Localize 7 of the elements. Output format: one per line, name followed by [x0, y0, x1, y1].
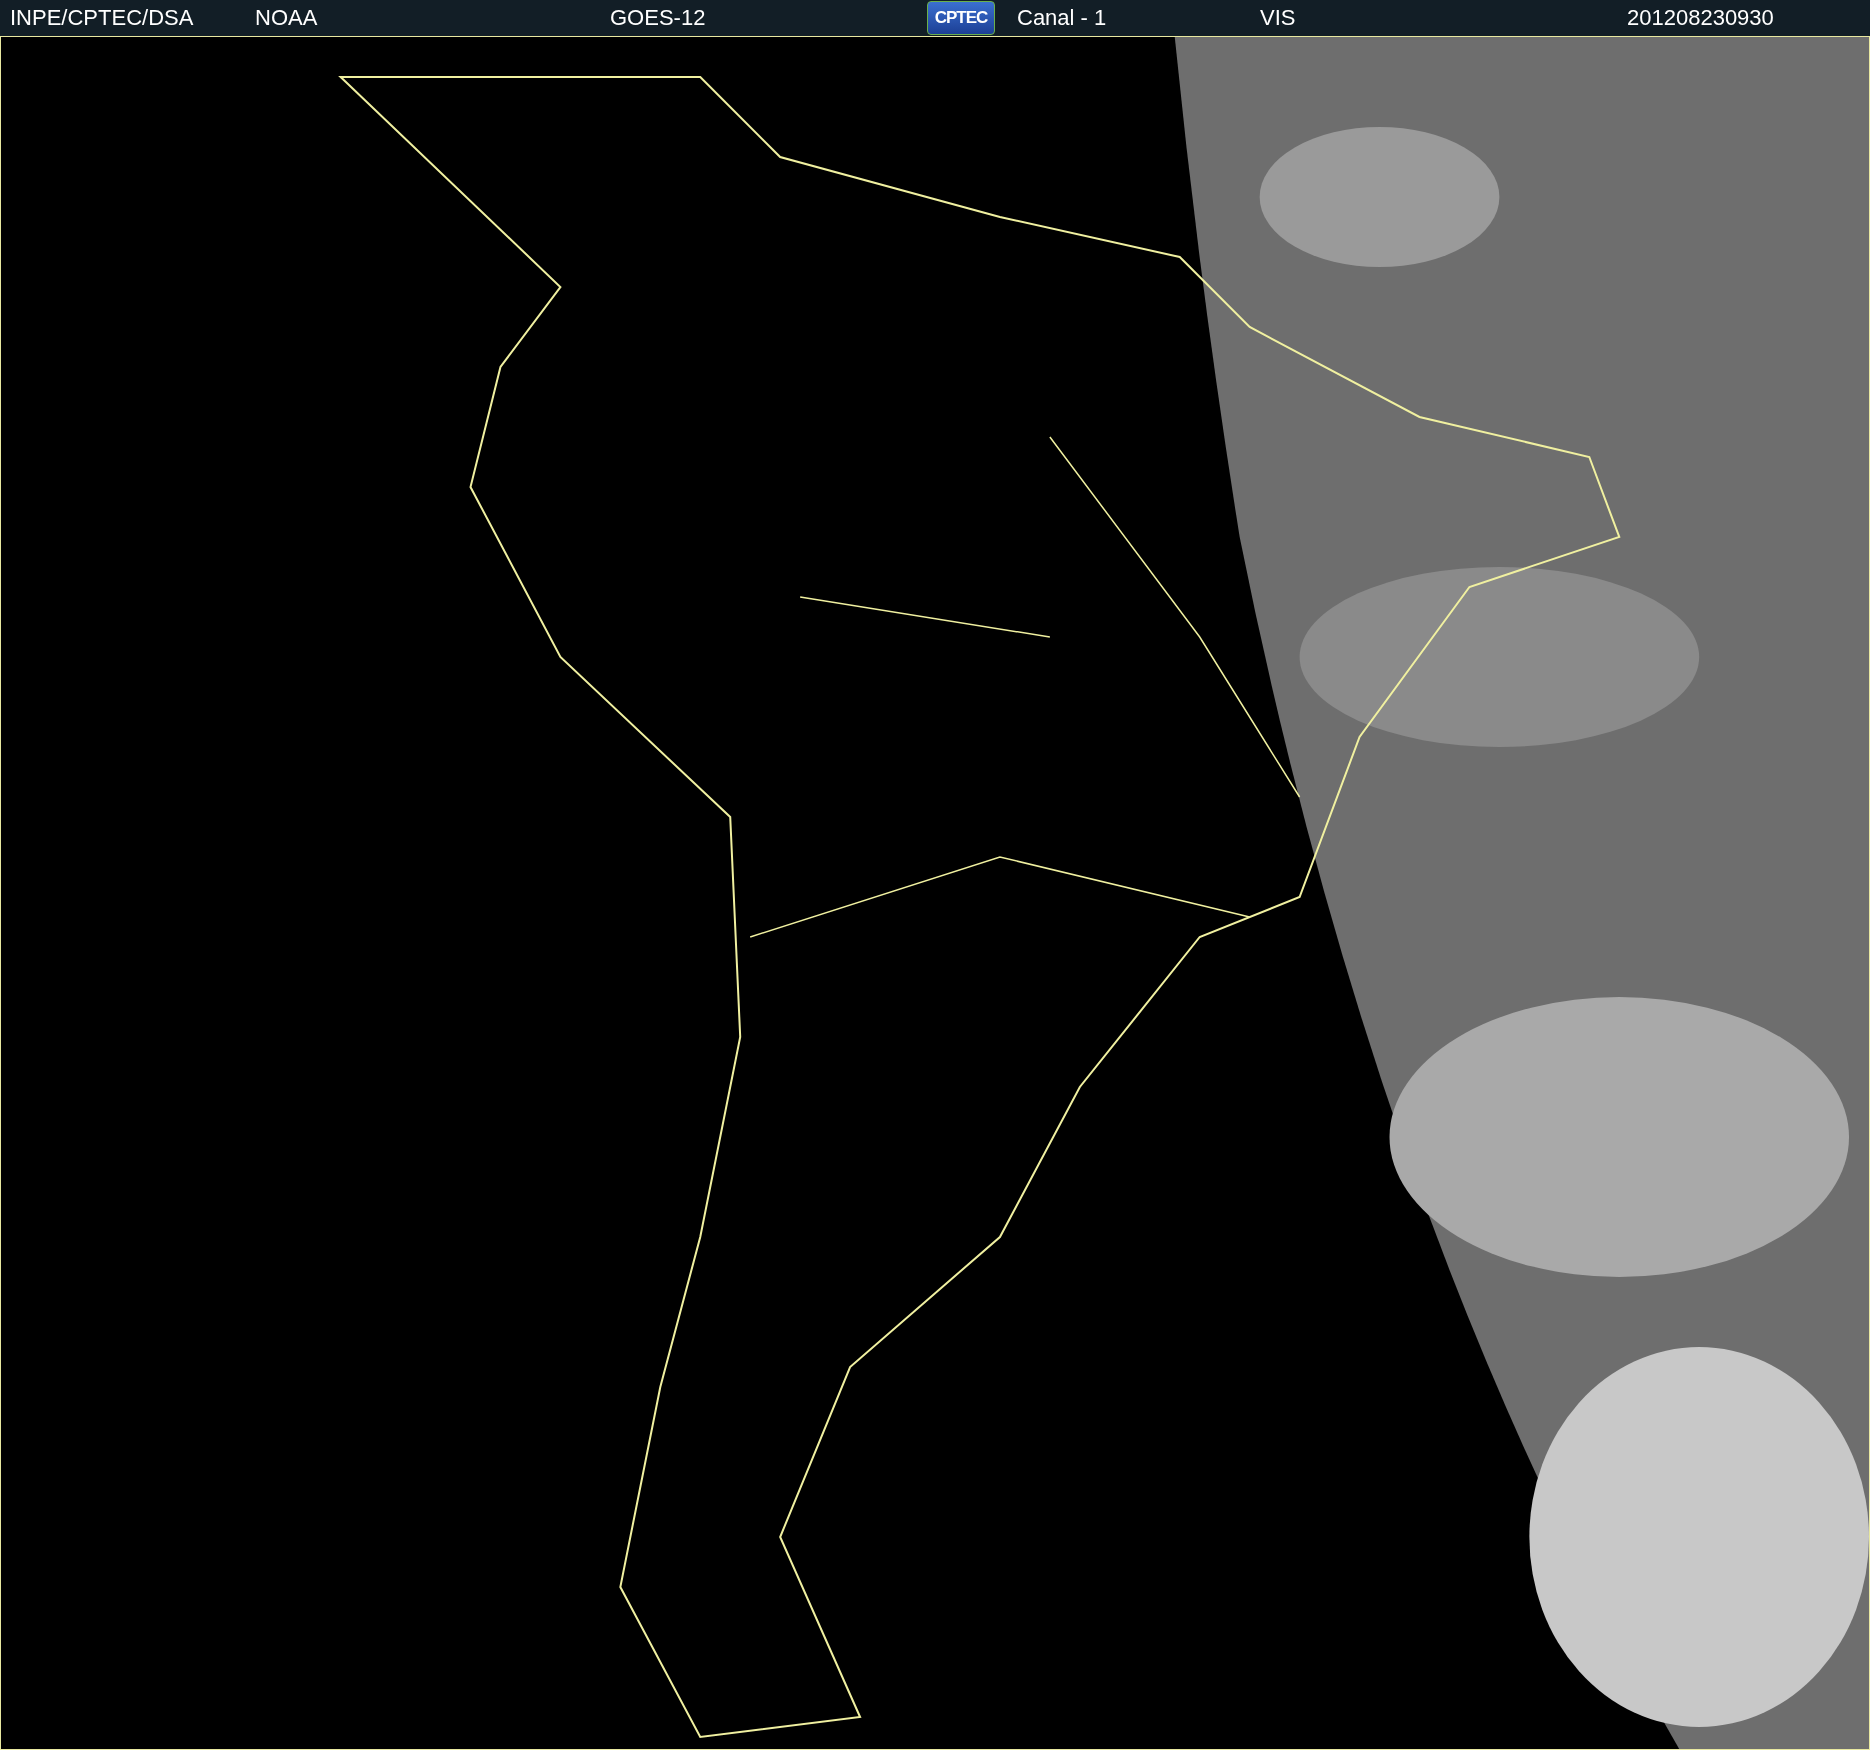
- header-label: VIS: [1260, 5, 1296, 30]
- header-label: Canal - 1: [1017, 5, 1107, 30]
- header-label: GOES-12: [610, 5, 706, 30]
- header-label: 201208230930: [1627, 5, 1774, 30]
- header-label: NOAA: [255, 5, 318, 30]
- logo: CPTEC: [927, 1, 995, 35]
- header-label: INPE/CPTEC/DSA: [10, 5, 194, 30]
